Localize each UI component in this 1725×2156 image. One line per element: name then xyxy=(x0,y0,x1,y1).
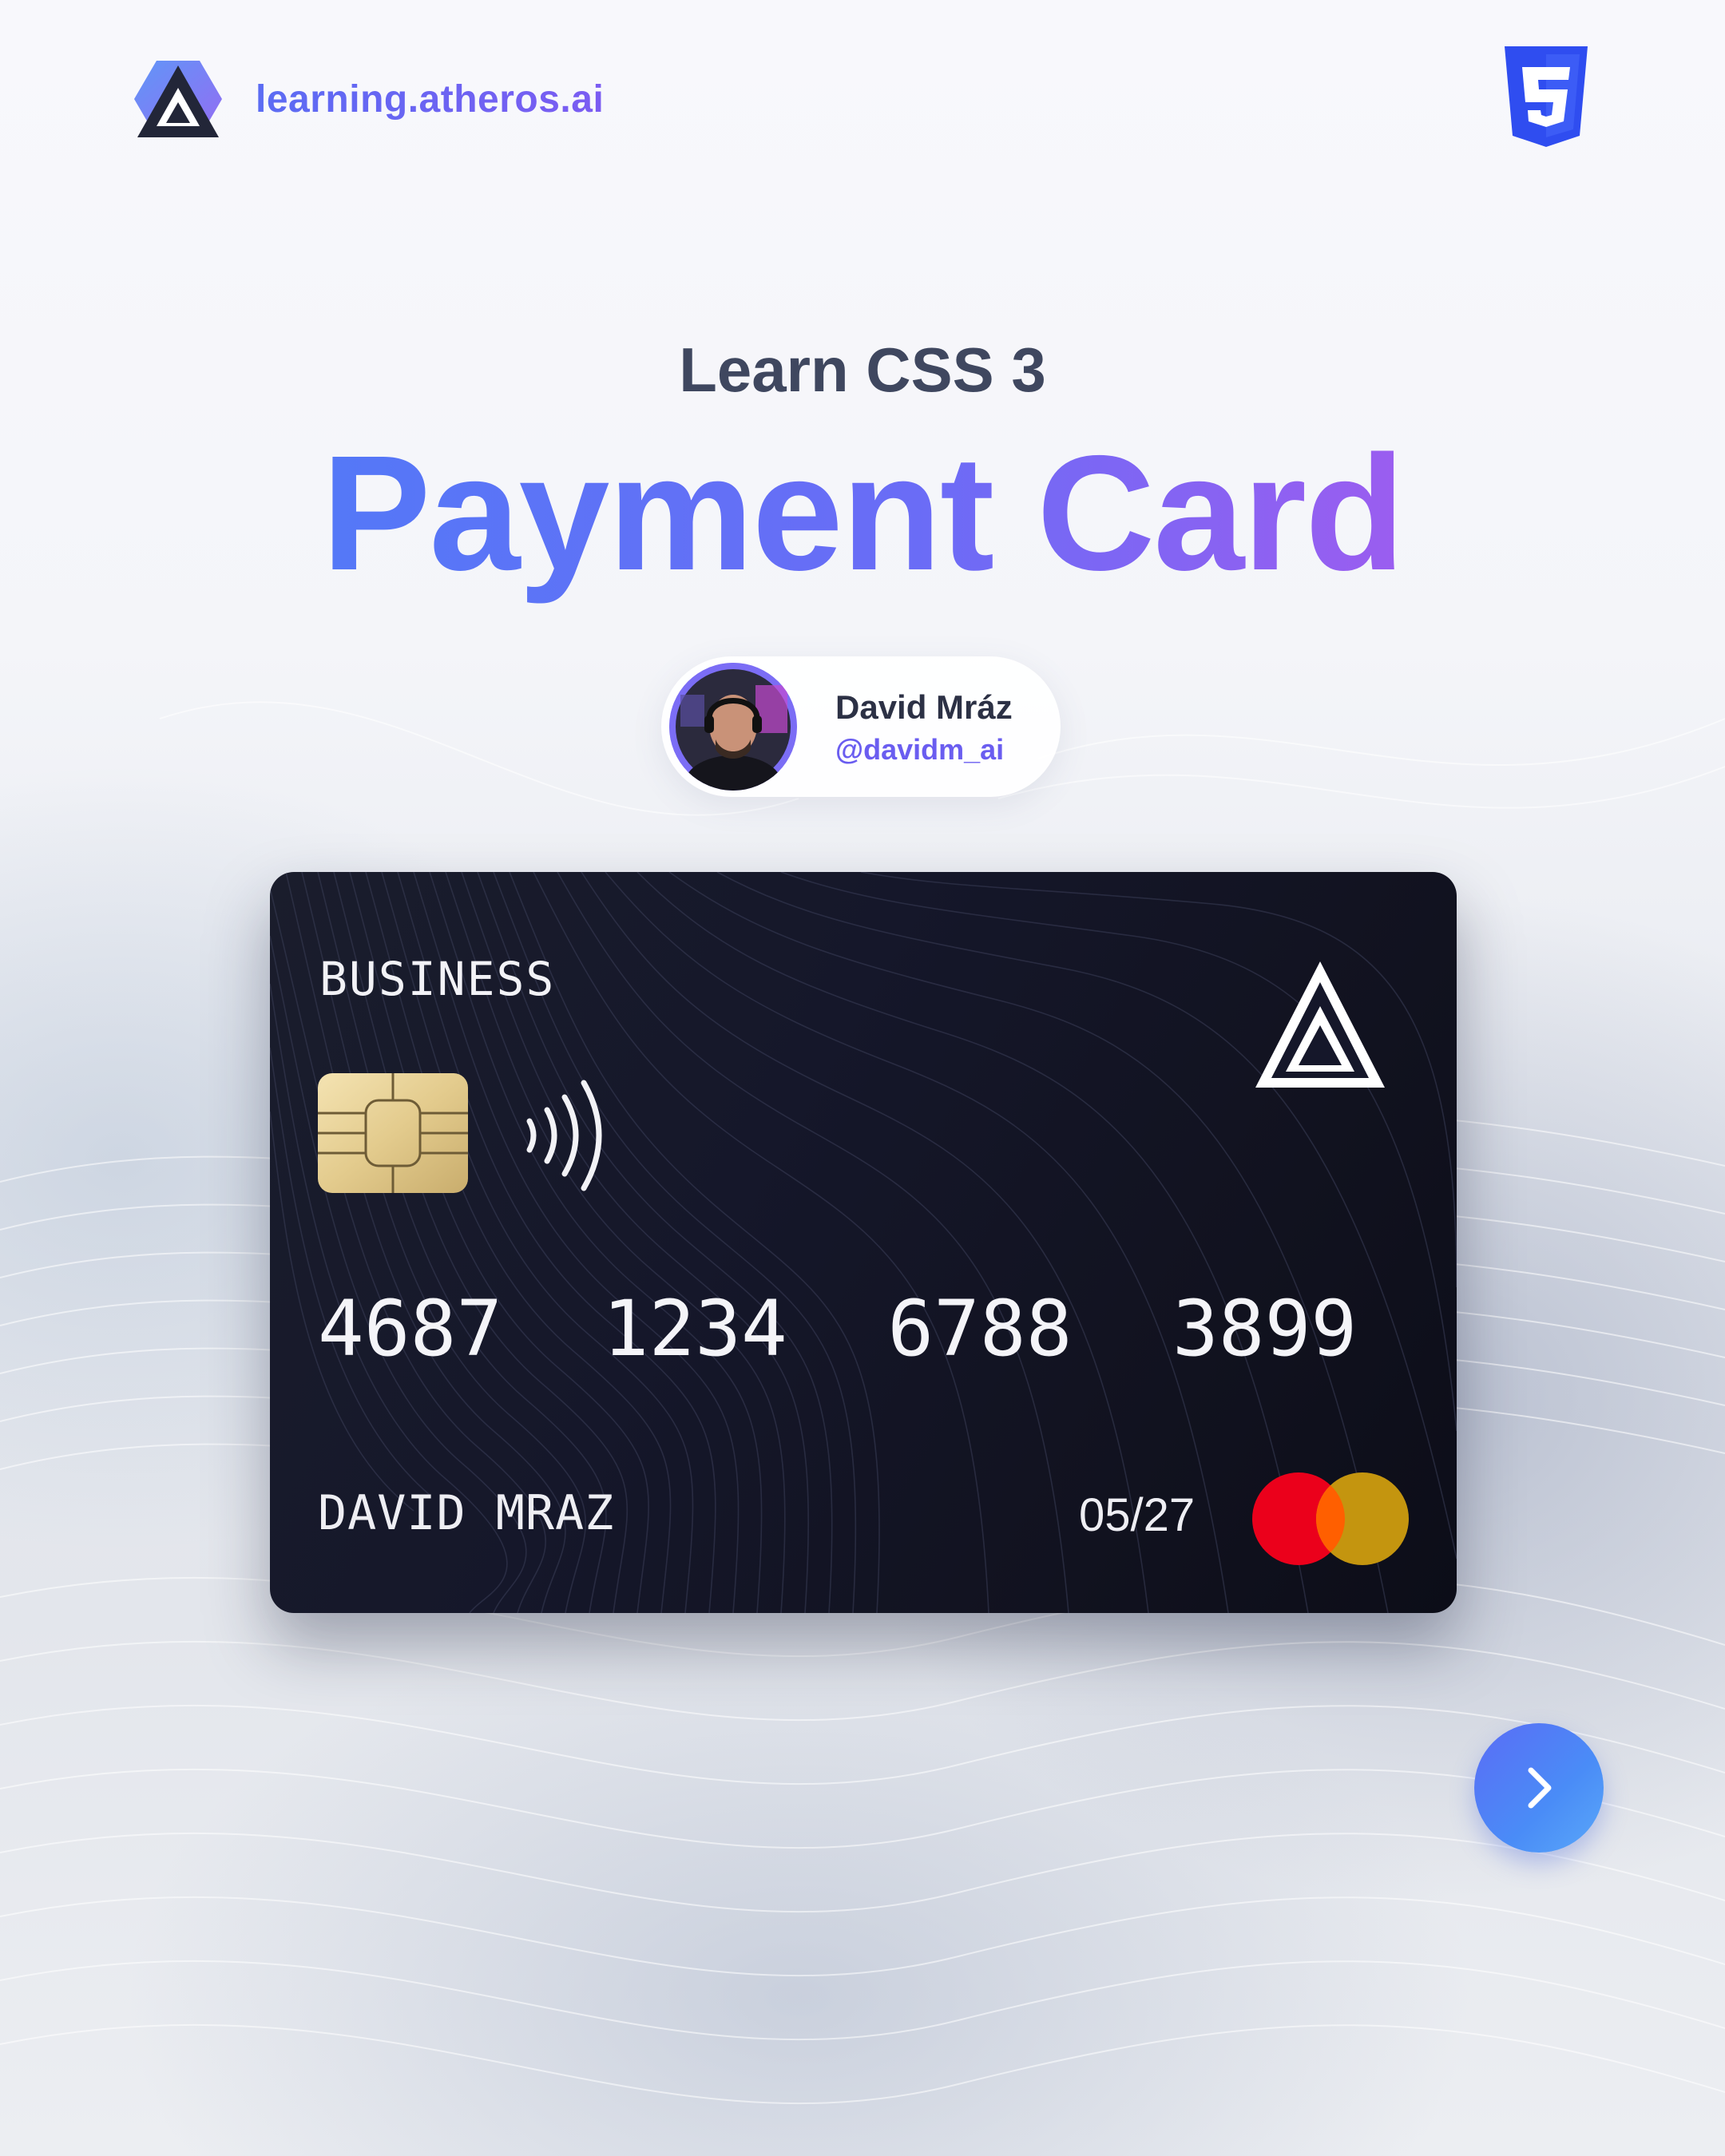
card-expiry-date: 05/27 xyxy=(1079,1489,1196,1541)
mastercard-icon xyxy=(1252,1472,1409,1565)
author-badge[interactable]: David Mráz @davidm_ai xyxy=(661,656,1061,797)
author-name: David Mráz xyxy=(835,688,1013,726)
page-title: Payment Card xyxy=(0,423,1725,604)
card-number-group: 6788 xyxy=(887,1284,1073,1373)
avatar-image xyxy=(669,663,797,791)
card-number: 4687 1234 6788 3899 xyxy=(318,1284,1358,1373)
card-type-label: BUSINESS xyxy=(319,952,556,1006)
chevron-right-icon xyxy=(1528,1767,1552,1809)
next-button[interactable] xyxy=(1474,1723,1604,1853)
atheros-card-logo-icon xyxy=(1255,961,1385,1088)
card-number-group: 3899 xyxy=(1172,1284,1358,1373)
card-number-group: 4687 xyxy=(318,1284,503,1373)
avatar xyxy=(669,663,797,791)
card-holder-name: DAVID MRAZ xyxy=(318,1485,615,1541)
atheros-logo-icon xyxy=(134,61,222,137)
card-number-group: 1234 xyxy=(602,1284,787,1373)
contactless-icon xyxy=(526,1080,602,1191)
payment-card: BUSINESS 4687 1234 6788 3899 DAVID MRAZ … xyxy=(270,872,1457,1613)
site-url[interactable]: learning.atheros.ai xyxy=(256,77,604,121)
brand[interactable]: learning.atheros.ai xyxy=(133,57,604,141)
author-handle[interactable]: @davidm_ai xyxy=(835,733,1004,767)
css3-icon xyxy=(1505,46,1588,147)
chip-icon xyxy=(318,1073,468,1193)
page-subtitle: Learn CSS 3 xyxy=(679,335,1046,405)
page-title-text: Payment Card xyxy=(321,422,1406,604)
